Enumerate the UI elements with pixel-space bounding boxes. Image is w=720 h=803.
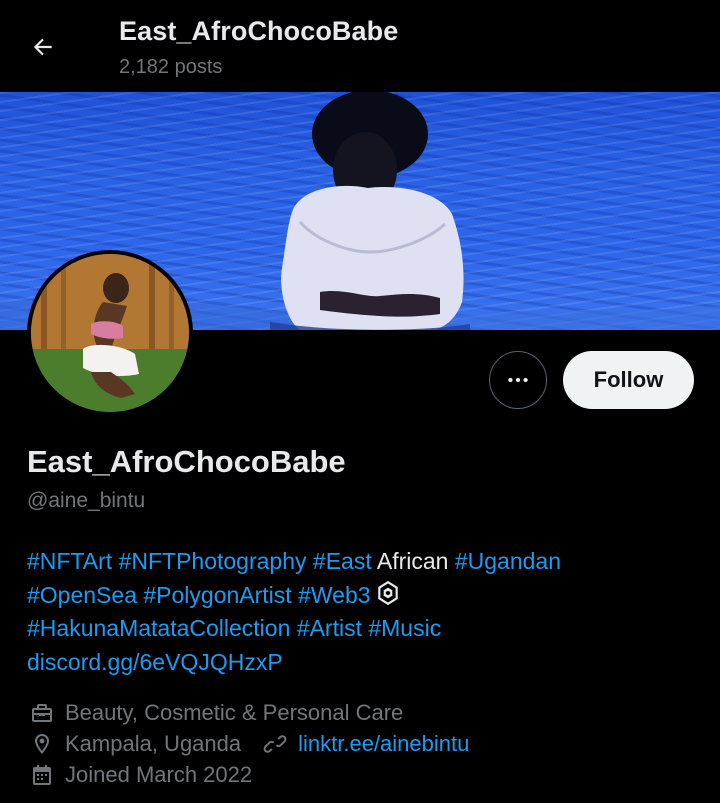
follow-button[interactable]: Follow [563,351,694,409]
back-button[interactable] [22,26,64,68]
profile-joined: Joined March 2022 [30,762,252,788]
header-title: East_AfroChocoBabe [119,16,399,46]
hashtag-link[interactable]: #Web3 [298,582,370,608]
profile-category: Beauty, Cosmetic & Personal Care [30,700,403,726]
briefcase-icon [30,701,54,725]
more-dots-icon [508,377,528,383]
profile-location-row: Kampala, Uganda linktr.ee/ainebintu [30,731,469,757]
category-text: Beauty, Cosmetic & Personal Care [65,700,404,725]
hashtag-link[interactable]: #PolygonArtist [143,582,291,608]
profile-bio: #NFTArt #NFTPhotography #East African #U… [27,545,707,679]
location-text: Kampala, Uganda [65,731,242,756]
joined-text: Joined March 2022 [65,762,253,787]
hashtag-link[interactable]: #NFTPhotography [119,548,307,574]
discord-link[interactable]: discord.gg/6eVQJQHzxP [27,649,283,675]
bio-text: African [371,548,455,574]
bio-line-1: #NFTArt #NFTPhotography #East African #U… [27,545,707,579]
bio-line-3: #HakunaMatataCollection #Artist #Music [27,612,707,646]
hashtag-link[interactable]: #NFTArt [27,548,112,574]
display-name: East_AfroChocoBabe [27,444,346,479]
bio-line-4: discord.gg/6eVQJQHzxP [27,646,707,680]
profile-header: East_AfroChocoBabe 2,182 posts [0,0,720,92]
post-count: 2,182 posts [119,56,223,78]
polygon-logo-icon [377,580,398,605]
hashtag-link[interactable]: #Ugandan [455,548,561,574]
avatar-image [31,254,189,412]
hashtag-link[interactable]: #Music [368,615,441,641]
avatar[interactable] [27,250,193,416]
more-options-button[interactable] [489,351,547,409]
bio-line-2: #OpenSea #PolygonArtist #Web3 [27,579,707,613]
hashtag-link[interactable]: #Artist [297,615,362,641]
avatar-photo [31,254,189,412]
arrow-left-icon [33,38,52,56]
link-icon [263,732,287,756]
location-pin-icon [30,732,54,756]
hashtag-link[interactable]: #HakunaMatataCollection [27,615,290,641]
hashtag-link[interactable]: #OpenSea [27,582,137,608]
hashtag-link[interactable]: #East [313,548,372,574]
user-handle: @aine_bintu [27,489,146,512]
calendar-icon [30,763,54,787]
website-link[interactable]: linktr.ee/ainebintu [298,731,469,757]
